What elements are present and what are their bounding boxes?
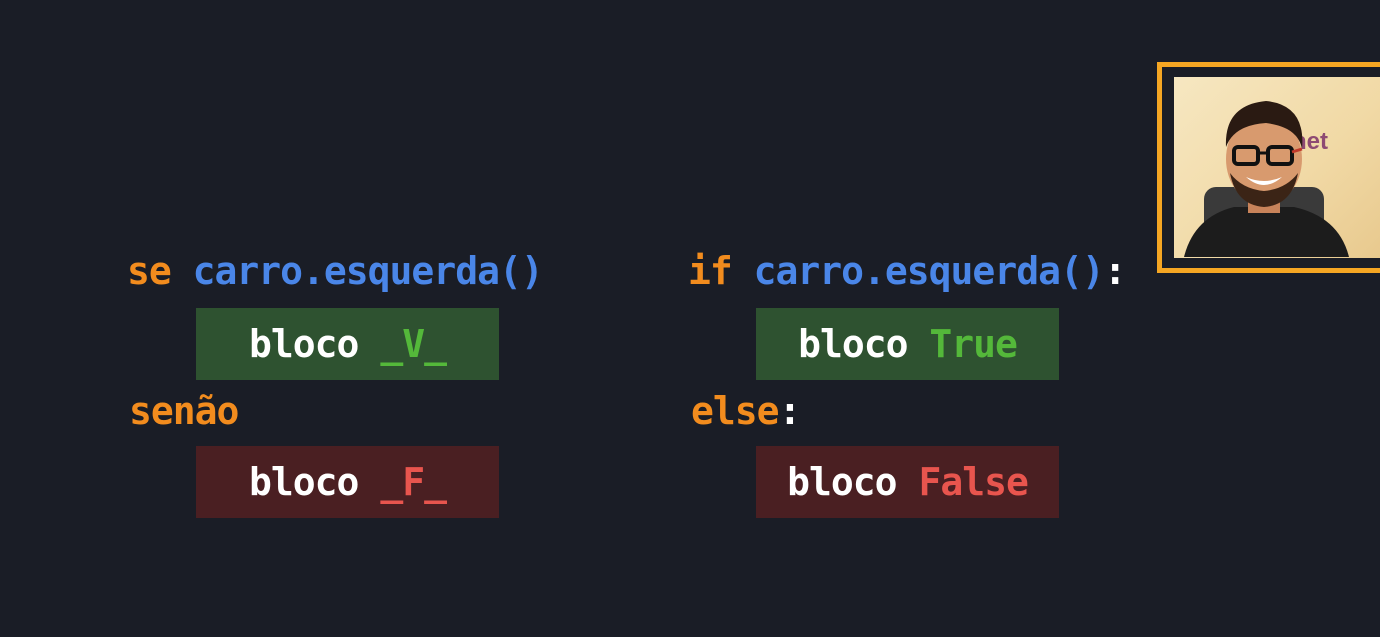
left-false-block-value: _F_ — [380, 460, 447, 504]
left-else-line: senão — [129, 389, 239, 433]
right-true-block-value: True — [929, 322, 1018, 366]
right-false-block-value: False — [918, 460, 1028, 504]
left-if-line: se carro.esquerda() — [127, 249, 544, 293]
right-true-block-word: bloco — [798, 322, 908, 366]
right-false-block-word: bloco — [787, 460, 897, 504]
left-true-block: bloco _V_ — [196, 308, 499, 380]
right-condition: carro.esquerda() — [753, 249, 1105, 293]
right-else-line: else: — [691, 389, 802, 433]
left-true-block-word: bloco — [249, 322, 359, 366]
webcam-frame: net — [1157, 62, 1380, 273]
left-true-block-value: _V_ — [380, 322, 447, 366]
left-if-keyword: se — [127, 249, 172, 293]
left-else-keyword: senão — [129, 389, 239, 433]
presenter-avatar-icon: net — [1184, 101, 1349, 257]
left-condition: carro.esquerda() — [192, 249, 544, 293]
right-false-block: bloco False — [756, 446, 1059, 518]
right-true-block: bloco True — [756, 308, 1059, 380]
right-if-colon: : — [1103, 249, 1127, 293]
right-if-line: if carro.esquerda(): — [688, 249, 1127, 293]
right-else-keyword: else — [691, 389, 780, 433]
right-else-colon: : — [778, 389, 802, 433]
left-false-block-word: bloco — [249, 460, 359, 504]
webcam-video: net — [1174, 77, 1380, 258]
left-false-block: bloco _F_ — [196, 446, 499, 518]
right-if-keyword: if — [688, 249, 733, 293]
